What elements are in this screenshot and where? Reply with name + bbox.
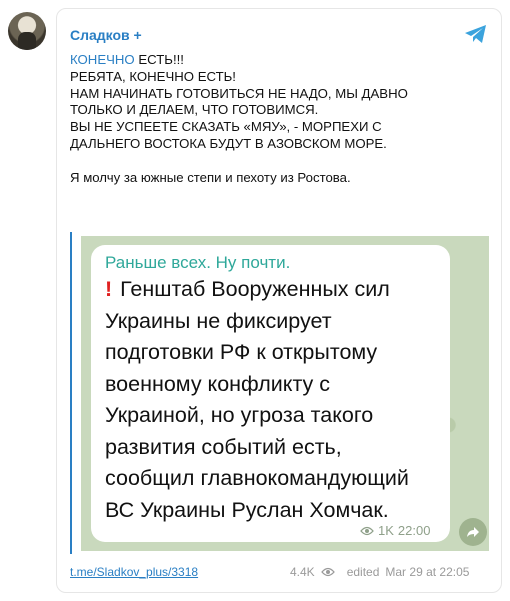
post-meta: 4.4K edited Mar 29 at 22:05 (290, 565, 469, 579)
post-line: ТОЛЬКО И ДЕЛАЕМ, ЧТО ГОТОВИМСЯ. (70, 102, 319, 118)
forwarded-views: 1K (378, 523, 394, 538)
forwarded-text: ! Генштаб Вооруженных сил Украины не фикс… (105, 274, 445, 526)
forwarded-line: Украиной, но угроза такого (105, 403, 374, 427)
post-line: РЕБЯТА, КОНЕЧНО ЕСТЬ! (70, 68, 236, 84)
forwarded-time: 22:00 (397, 523, 431, 538)
hashtag-link[interactable]: КОНЕЧНО (70, 52, 135, 67)
post-line: ВЫ НЕ УСПЕЕТЕ СКАЗАТЬ «МЯУ», - МОРПЕХИ С (70, 119, 382, 135)
post-line: Я молчу за южные степи и пехоту из Росто… (70, 169, 351, 185)
forwarded-channel-title[interactable]: Раньше всех. Ну почти. (105, 253, 290, 273)
telegram-icon[interactable] (464, 24, 488, 44)
share-button[interactable] (459, 518, 487, 546)
post-date[interactable]: Mar 29 at 22:05 (385, 565, 469, 579)
post-text: КОНЕЧНО ЕСТЬ!!! РЕБЯТА, КОНЕЧНО ЕСТЬ! НА… (70, 52, 490, 186)
exclamation-icon: ! (105, 277, 113, 301)
forward-quote-bar (70, 232, 72, 554)
post-views: 4.4K (290, 565, 315, 579)
edited-label: edited (346, 565, 380, 579)
forwarded-line: ВС Украины Руслан Хомчак. (105, 497, 389, 522)
post-permalink[interactable]: t.me/Sladkov_plus/3318 (70, 565, 198, 579)
share-icon (467, 527, 479, 537)
forwarded-line: сообщил главнокомандующий (105, 466, 409, 490)
post-line: НАМ НАЧИНАТЬ ГОТОВИТЬСЯ НЕ НАДО, МЫ ДАВН… (70, 85, 408, 101)
post-line: КОНЕЧНО ЕСТЬ!!! (70, 52, 184, 67)
post-line: ДАЛЬНЕГО ВОСТОКА БУДУТ В АЗОВСКОМ МОРЕ. (70, 135, 387, 151)
eye-icon (320, 567, 335, 577)
channel-avatar[interactable] (8, 12, 46, 50)
eye-icon (360, 526, 374, 535)
post-card: Сладков + КОНЕЧНО ЕСТЬ!!! РЕБЯТА, КОНЕЧН… (0, 0, 510, 601)
forwarded-line: военному конфликту с (105, 371, 331, 396)
forwarded-line: подготовки РФ к открытому (105, 340, 378, 364)
forwarded-line: ! Генштаб Вооруженных сил (105, 277, 390, 301)
channel-name[interactable]: Сладков + (70, 27, 142, 43)
forwarded-meta: 1K 22:00 (360, 523, 430, 538)
forwarded-line: развития событий есть, (105, 434, 342, 459)
forwarded-line: Украины не фиксирует (105, 308, 332, 333)
